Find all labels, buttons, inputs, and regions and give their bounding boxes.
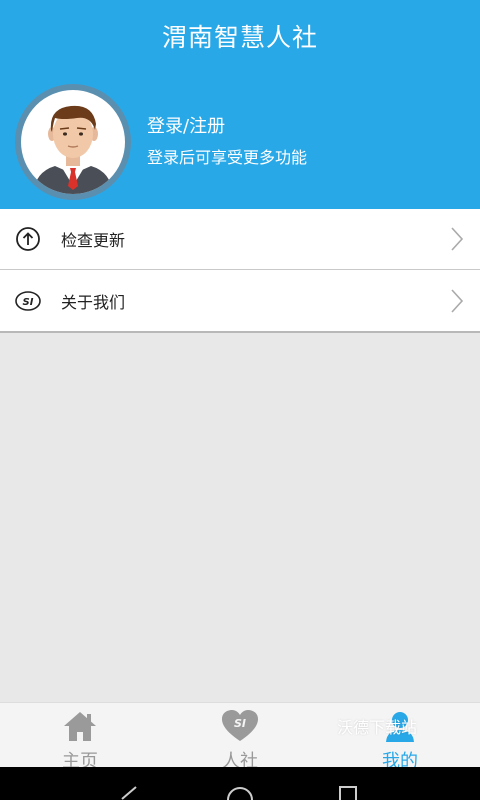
login-hint: 登录后可享受更多功能	[147, 148, 308, 167]
user-avatar-icon	[33, 105, 113, 194]
avatar[interactable]	[15, 84, 131, 200]
person-icon	[386, 712, 414, 742]
svg-text:SI: SI	[234, 717, 246, 730]
system-nav-bar	[0, 767, 480, 800]
settings-menu: 检查更新 SI 关于我们	[0, 209, 480, 333]
home-icon	[64, 712, 96, 741]
menu-item-label: 关于我们	[61, 292, 126, 312]
chevron-right-icon	[451, 288, 464, 313]
tab-mine[interactable]: 我的	[320, 703, 480, 772]
svg-text:SI: SI	[23, 297, 34, 308]
si-logo-icon: SI	[15, 290, 41, 311]
menu-item-label: 检查更新	[61, 231, 126, 250]
menu-item-about-us[interactable]: SI 关于我们	[0, 270, 480, 333]
login-register-link[interactable]: 登录/注册	[147, 112, 225, 138]
tab-home[interactable]: 主页	[0, 703, 160, 772]
page-title: 渭南智慧人社	[161, 23, 318, 52]
home-circle-icon[interactable]	[226, 785, 254, 800]
bottom-nav: 主页 SI 人社 我的	[0, 702, 480, 772]
menu-item-check-update[interactable]: 检查更新	[0, 209, 480, 270]
chevron-right-icon	[451, 227, 464, 251]
arrow-up-circle-icon	[16, 227, 40, 251]
heart-si-icon: SI	[222, 710, 258, 741]
header: 渭南智慧人社 登录/注册 登录后可享受更多功能	[0, 0, 480, 209]
back-icon[interactable]	[118, 785, 140, 800]
recents-icon[interactable]	[338, 785, 358, 800]
tab-renshe[interactable]: SI 人社	[160, 703, 320, 772]
